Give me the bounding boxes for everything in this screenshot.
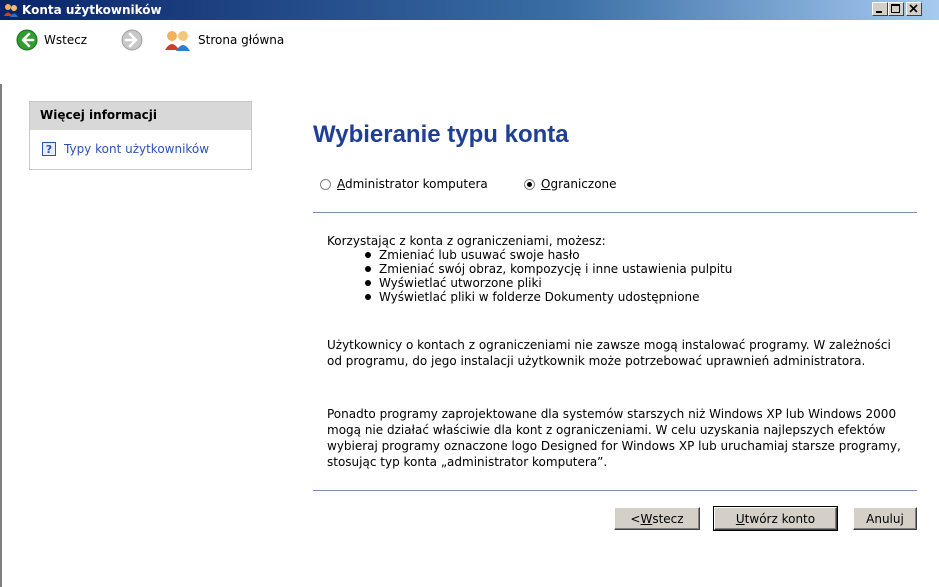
- users-home-icon: [165, 31, 190, 51]
- home-label: Strona główna: [198, 33, 285, 47]
- list-item: Wyświetlać pliki w folderze Dokumenty ud…: [363, 290, 902, 304]
- panel-heading: Więcej informacji: [40, 108, 158, 122]
- minimize-icon: [876, 11, 882, 13]
- cancel-button[interactable]: Anuluj: [853, 507, 917, 530]
- radio-limited[interactable]: Ograniczone: [524, 177, 617, 191]
- list-item: Wyświetlać utworzone pliki: [363, 276, 902, 290]
- page-title: Wybieranie typu konta: [313, 121, 569, 148]
- svg-text:?: ?: [46, 143, 52, 156]
- panel-header: Więcej informacji: [30, 102, 251, 130]
- separator: [313, 212, 917, 213]
- radio-circle-selected[interactable]: [524, 178, 535, 190]
- account-types-link-label[interactable]: Typy kont użytkowników: [64, 142, 209, 156]
- account-types-link[interactable]: ? Typy kont użytkowników: [42, 142, 209, 156]
- radio-administrator[interactable]: Administrator komputera: [320, 177, 488, 191]
- list-item: Zmieniać lub usuwać swoje hasło: [363, 248, 902, 262]
- radio-circle[interactable]: [320, 178, 331, 190]
- back-button[interactable]: Wstecz: [16, 28, 87, 52]
- capabilities-list: Zmieniać lub usuwać swoje hasło Zmieniać…: [327, 248, 902, 304]
- close-icon: [909, 4, 918, 13]
- forward-button[interactable]: [121, 28, 143, 52]
- window-edge: [0, 84, 2, 587]
- create-account-button[interactable]: Utwórz konto: [713, 506, 838, 531]
- more-info-panel: Więcej informacji ? Typy kont użytkownik…: [29, 101, 252, 170]
- intro-text: Korzystając z konta z ograniczeniami, mo…: [327, 234, 606, 248]
- radio-dot: [527, 181, 532, 187]
- forward-arrow-icon: [121, 29, 143, 51]
- limited-account-description: Korzystając z konta z ograniczeniami, mo…: [327, 234, 902, 304]
- home-button[interactable]: Strona główna: [164, 28, 284, 52]
- window-title: Konta użytkowników: [22, 3, 162, 17]
- minimize-button[interactable]: [872, 2, 888, 16]
- install-note: Użytkownicy o kontach z ograniczeniami n…: [327, 338, 891, 368]
- title-bar[interactable]: Konta użytkowników: [0, 0, 939, 20]
- help-icon: ?: [42, 142, 56, 156]
- back-step-button[interactable]: < Wstecz: [614, 507, 700, 530]
- compatibility-note: Ponadto programy zaprojektowane dla syst…: [327, 407, 901, 469]
- maximize-icon: [891, 4, 900, 13]
- close-button[interactable]: [906, 2, 922, 16]
- navigation-bar: Wstecz Strona główna: [0, 20, 939, 84]
- maximize-button[interactable]: [888, 2, 904, 16]
- back-label: Wstecz: [44, 33, 88, 47]
- radio-limited-label[interactable]: Ograniczone: [541, 177, 617, 191]
- back-arrow-icon: [16, 29, 38, 51]
- radio-administrator-label[interactable]: Administrator komputera: [337, 177, 488, 191]
- list-item: Zmieniać swój obraz, kompozycję i inne u…: [363, 262, 902, 276]
- users-icon: [4, 4, 18, 17]
- separator: [313, 490, 917, 491]
